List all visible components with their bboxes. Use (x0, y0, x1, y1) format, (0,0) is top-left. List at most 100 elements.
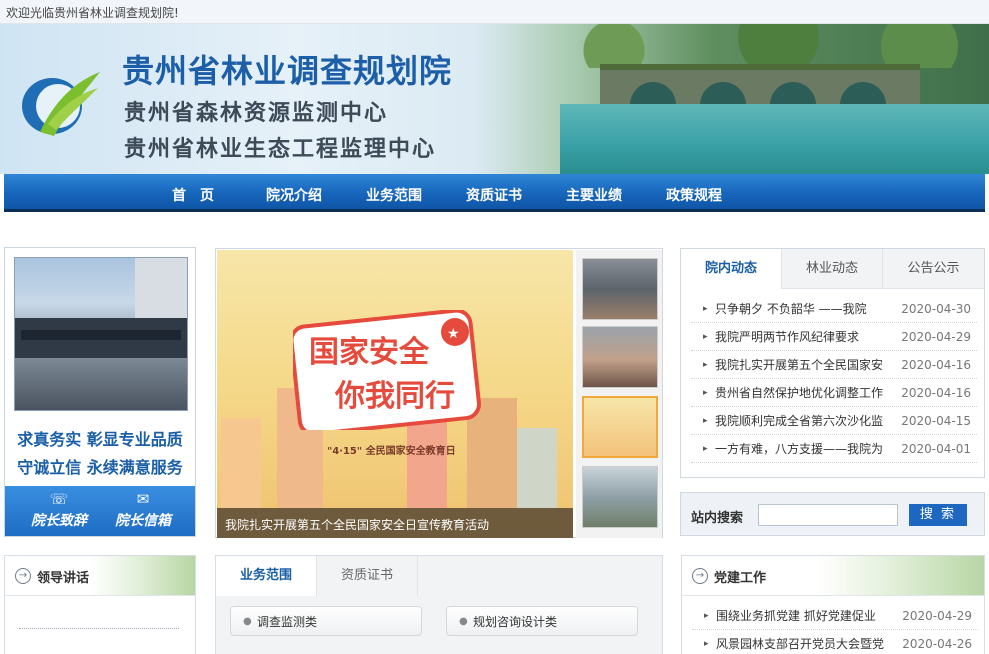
list-item[interactable]: ▸ 贵州省自然保护地优化调整工作 2020-04-16 (691, 379, 977, 407)
security-day-label: "4·15" 全民国家安全教育日 (327, 446, 456, 457)
nav-item-about[interactable]: 院况介绍 (266, 185, 322, 205)
news-list: ▸ 只争朝夕 不负韶华 ——我院 2020-04-30 ▸ 我院严明两节作风纪律… (691, 295, 977, 463)
news-tabs: 院内动态 林业动态 公告公示 (681, 249, 984, 289)
pill-label: 调查监测类 (257, 615, 318, 629)
site-title: 贵州省林业调查规划院 (122, 52, 453, 90)
nav-item-achievements[interactable]: 主要业绩 (566, 185, 622, 205)
badge-text-1: 国家安全 (309, 335, 430, 370)
search-label: 站内搜索 (691, 511, 744, 526)
site-search: 站内搜索 搜 索 (680, 492, 985, 536)
bullet-icon: ▸ (703, 388, 708, 398)
nav-item-business[interactable]: 业务范围 (366, 185, 422, 205)
arrow-circle-icon: → (15, 568, 31, 584)
list-item[interactable]: ▸ 一方有难，八方支援——我院为 2020-04-01 (691, 435, 977, 463)
party-title[interactable]: 围绕业务抓党建 抓好党建促业 (716, 602, 888, 630)
panel-header: → 领导讲话 (5, 556, 195, 596)
news-tab-box: 院内动态 林业动态 公告公示 ▸ 只争朝夕 不负韶华 ——我院 2020-04-… (680, 248, 985, 478)
slogan-line-1: 求真务实 彰显专业品质 (17, 430, 183, 449)
pill-label: 规划咨询设计类 (473, 615, 558, 629)
tab-qualification[interactable]: 资质证书 (317, 556, 418, 596)
news-title[interactable]: 我院严明两节作风纪律要求 (715, 323, 887, 351)
news-carousel: 国家安全 你我同行 ★ "4·15" 全民国家安全教育日 我院扎实开展第五个全民… (215, 248, 663, 538)
header-banner: 贵州省林业调查规划院 贵州省森林资源监测中心 贵州省林业生态工程监理中心 (0, 24, 989, 174)
tab-institute-news[interactable]: 院内动态 (681, 249, 782, 289)
main-nav: 首 页 院况介绍 业务范围 资质证书 主要业绩 政策规程 (4, 174, 985, 212)
bullet-icon: ▸ (703, 416, 708, 426)
carousel-thumbnails (576, 250, 662, 538)
list-item[interactable]: ▸ 风景园林支部召开党员大会暨党 2020-04-26 (692, 630, 978, 654)
divider (19, 628, 179, 629)
news-date: 2020-04-29 (901, 330, 971, 344)
party-building-panel: → 党建工作 ▸ 围绕业务抓党建 抓好党建促业 2020-04-29 ▸ 风景园… (681, 555, 985, 654)
director-speech-label: 院长致辞 (31, 513, 87, 529)
building-photo[interactable] (14, 257, 188, 411)
news-title[interactable]: 我院顺利完成全省第六次沙化监 (715, 407, 887, 435)
nav-item-home[interactable]: 首 页 (172, 185, 214, 205)
news-date: 2020-04-01 (901, 442, 971, 456)
business-scope-panel: 业务范围 资质证书 ● 调查监测类 ● 规划咨询设计类 (215, 555, 663, 654)
carousel-caption-text[interactable]: 我院扎实开展第五个全民国家安全日宣传教育活动 (225, 516, 489, 533)
bullet-icon: ▸ (703, 332, 708, 342)
carousel-thumb-3[interactable] (582, 396, 658, 458)
panel-title[interactable]: 党建工作 (714, 567, 766, 586)
news-title[interactable]: 贵州省自然保护地优化调整工作 (715, 379, 887, 407)
party-title[interactable]: 风景园林支部召开党员大会暨党 (716, 630, 888, 654)
institute-intro-box: 求真务实 彰显专业品质 守诚立信 永续满意服务 ☏ 院长致辞 ✉ 院长信箱 (4, 247, 196, 537)
news-title[interactable]: 一方有难，八方支援——我院为 (715, 435, 887, 463)
nav-item-policies[interactable]: 政策规程 (666, 185, 722, 205)
party-news-list: ▸ 围绕业务抓党建 抓好党建促业 2020-04-29 ▸ 风景园林支部召开党员… (692, 602, 978, 654)
slide-building (517, 428, 557, 508)
national-security-badge: 国家安全 你我同行 ★ (293, 310, 481, 430)
svg-text:★: ★ (447, 326, 460, 342)
director-mailbox-button[interactable]: ✉ 院长信箱 (103, 490, 183, 534)
party-date: 2020-04-29 (902, 609, 972, 623)
bullet-icon: ▸ (704, 639, 709, 649)
business-pill-survey[interactable]: ● 调查监测类 (230, 606, 422, 636)
news-date: 2020-04-16 (901, 386, 971, 400)
news-title[interactable]: 只争朝夕 不负韶华 ——我院 (715, 295, 887, 323)
slogan-line-2: 守诚立信 永续满意服务 (17, 458, 183, 477)
bullet-icon: ▸ (703, 360, 708, 370)
badge-text-2: 你我同行 (334, 379, 455, 414)
news-title[interactable]: 我院扎实开展第五个全民国家安 (715, 351, 887, 379)
news-date: 2020-04-16 (901, 358, 971, 372)
nav-item-certificates[interactable]: 资质证书 (466, 185, 522, 205)
carousel-thumb-4[interactable] (582, 466, 658, 528)
mail-icon: ✉ (136, 490, 150, 508)
dot-icon: ● (243, 616, 252, 627)
carousel-thumb-2[interactable] (582, 326, 658, 388)
news-date: 2020-04-15 (901, 414, 971, 428)
tab-announcements[interactable]: 公告公示 (883, 249, 984, 289)
party-date: 2020-04-26 (902, 637, 972, 651)
list-item[interactable]: ▸ 我院顺利完成全省第六次沙化监 2020-04-15 (691, 407, 977, 435)
bullet-icon: ▸ (704, 611, 709, 621)
carousel-slide[interactable]: 国家安全 你我同行 ★ "4·15" 全民国家安全教育日 我院扎实开展第五个全民… (217, 250, 573, 538)
arrow-circle-icon: → (692, 568, 708, 584)
building-nameplate (21, 330, 181, 340)
business-pill-planning[interactable]: ● 规划咨询设计类 (446, 606, 638, 636)
tab-business-scope[interactable]: 业务范围 (216, 556, 317, 596)
site-subtitle-1: 贵州省森林资源监测中心 (124, 100, 389, 126)
list-item[interactable]: ▸ 我院严明两节作风纪律要求 2020-04-29 (691, 323, 977, 351)
director-mailbox-label: 院长信箱 (115, 513, 171, 529)
bullet-icon: ▸ (703, 444, 708, 454)
welcome-bar: 欢迎光临贵州省林业调查规划院! (0, 0, 989, 24)
panel-header: → 党建工作 (682, 556, 984, 596)
carousel-caption[interactable]: 我院扎实开展第五个全民国家安全日宣传教育活动 (217, 508, 573, 538)
carousel-thumb-1[interactable] (582, 258, 658, 320)
director-buttons: ☏ 院长致辞 ✉ 院长信箱 (5, 486, 195, 536)
welcome-text: 欢迎光临贵州省林业调查规划院! (6, 6, 179, 20)
list-item[interactable]: ▸ 我院扎实开展第五个全民国家安 2020-04-16 (691, 351, 977, 379)
search-input[interactable] (758, 504, 898, 526)
panel-title[interactable]: 领导讲话 (37, 567, 89, 586)
director-speech-button[interactable]: ☏ 院长致辞 (19, 490, 99, 534)
search-button[interactable]: 搜 索 (909, 504, 967, 526)
institute-logo-icon (22, 72, 100, 136)
dot-icon: ● (459, 616, 468, 627)
leadership-speech-panel: → 领导讲话 (4, 555, 196, 654)
speech-icon: ☏ (49, 490, 69, 508)
list-item[interactable]: ▸ 只争朝夕 不负韶华 ——我院 2020-04-30 (691, 295, 977, 323)
banner-water (560, 104, 989, 174)
list-item[interactable]: ▸ 围绕业务抓党建 抓好党建促业 2020-04-29 (692, 602, 978, 630)
tab-forestry-news[interactable]: 林业动态 (782, 249, 883, 289)
